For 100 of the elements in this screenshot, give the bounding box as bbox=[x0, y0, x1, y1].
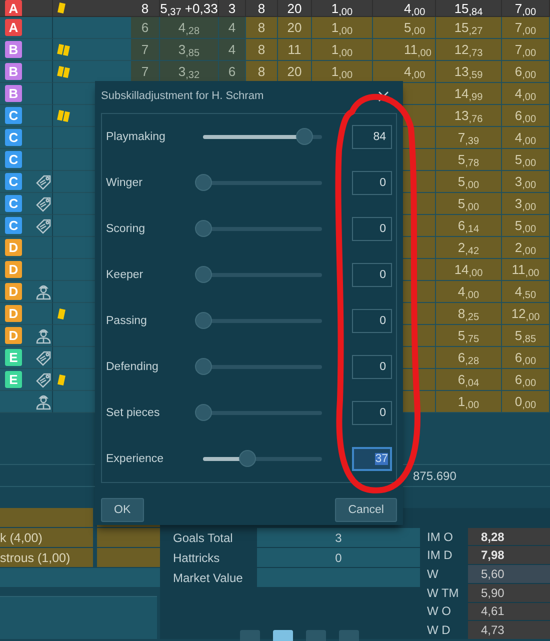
table-cell: 8 bbox=[246, 61, 278, 83]
tag-icon bbox=[35, 217, 52, 234]
table-cell: 4 bbox=[219, 17, 246, 39]
slider-thumb[interactable] bbox=[296, 128, 314, 145]
position-badge: A bbox=[5, 0, 22, 16]
rating-value[interactable]: 8,28 bbox=[468, 528, 550, 546]
value-field[interactable]: 0 bbox=[352, 263, 392, 287]
slider-label: Winger bbox=[106, 177, 144, 189]
slider-thumb[interactable] bbox=[195, 358, 212, 375]
slider-thumb[interactable] bbox=[195, 174, 212, 191]
tag-icon bbox=[35, 173, 52, 190]
table-cell: 7$_{,39}$ bbox=[436, 127, 502, 149]
table-row[interactable]: A 8 5$_{,37}$ +0,33 3 8 20 1$_{,00}$ 4$_{,00}$ 15$_{,84}$ 7$_{,00}$ bbox=[0, 0, 550, 17]
table-cell: 5$_{,00}$ bbox=[436, 171, 502, 193]
slider-thumb[interactable] bbox=[195, 404, 212, 421]
dialog-title: Subskilladjustment for H. Schram bbox=[101, 90, 264, 102]
rating-value[interactable]: 4,73 bbox=[468, 621, 550, 640]
table-cell: 3$_{,85}$ bbox=[160, 39, 219, 61]
slider-label: Scoring bbox=[106, 223, 146, 235]
table-cell: 13$_{,59}$ bbox=[436, 61, 502, 83]
value-field[interactable]: 0 bbox=[352, 355, 392, 379]
table-cell: 1$_{,00}$ bbox=[312, 17, 373, 39]
table-cell: 1$_{,00}$ bbox=[312, 61, 373, 83]
two-cards-icon bbox=[57, 44, 70, 56]
table-cell: 12$_{,73}$ bbox=[436, 39, 502, 61]
table-cell: 20 bbox=[278, 0, 312, 17]
total-value: 875.690 bbox=[413, 468, 456, 482]
value-field[interactable]: 84 bbox=[352, 125, 392, 149]
rating-value[interactable]: 4,61 bbox=[468, 602, 550, 620]
slider-thumb[interactable] bbox=[195, 312, 212, 329]
position-badge: A bbox=[5, 19, 22, 36]
slider-label: Set pieces bbox=[106, 407, 161, 419]
value-field[interactable]: 0 bbox=[352, 171, 392, 195]
table-cell: 8 bbox=[246, 39, 278, 61]
position-badge: D bbox=[5, 327, 22, 344]
slider-thumb[interactable] bbox=[195, 266, 212, 283]
table-cell: 5$_{,00}$ bbox=[373, 17, 436, 39]
rating-value[interactable]: 7,98 bbox=[468, 546, 550, 564]
position-badge: D bbox=[5, 305, 22, 322]
table-row[interactable]: B 7 3$_{,85}$ 4 8 11 1$_{,00}$ 11$_{,00}$ 12$_{,73}$ 7$_{,00}$ bbox=[0, 39, 550, 61]
position-badge: D bbox=[5, 283, 22, 300]
table-cell: 4$_{,50}$ bbox=[502, 281, 550, 303]
table-cell: 6$_{,14}$ bbox=[436, 215, 502, 237]
close-icon[interactable] bbox=[378, 90, 389, 102]
card-icon bbox=[57, 2, 66, 14]
position-badge: C bbox=[5, 173, 22, 190]
stat-label: Goals Total bbox=[172, 530, 234, 546]
table-row[interactable]: A 6 4$_{,28}$ 4 8 20 1$_{,00}$ 5$_{,00}$ 15$_{,27}$ 7$_{,00}$ bbox=[0, 17, 550, 39]
specialty-cell: strous (1,00) bbox=[0, 548, 93, 567]
table-cell: 7$_{,00}$ bbox=[502, 39, 550, 61]
table-row[interactable]: B 7 3$_{,32}$ 6 8 20 1$_{,00}$ 4$_{,00}$ 13$_{,59}$ 6$_{,00}$ bbox=[0, 61, 550, 83]
rating-value[interactable]: 5,90 bbox=[468, 584, 550, 602]
table-cell: 5$_{,78}$ bbox=[436, 149, 502, 171]
stat-label: Hattricks bbox=[172, 550, 221, 566]
table-cell: 6$_{,00}$ bbox=[502, 369, 550, 391]
table-cell: 4$_{,00}$ bbox=[502, 127, 550, 149]
position-badge: C bbox=[5, 129, 22, 146]
person-icon bbox=[35, 393, 52, 410]
table-cell: 4$_{,28}$ bbox=[160, 17, 219, 39]
table-cell: 7$_{,00}$ bbox=[502, 17, 550, 39]
slider-thumb[interactable] bbox=[239, 450, 256, 467]
stat-value: 0 bbox=[257, 548, 420, 567]
position-badge: B bbox=[5, 85, 22, 102]
table-cell: 5$_{,85}$ bbox=[502, 325, 550, 347]
table-cell: 20 bbox=[278, 17, 312, 39]
table-cell: 3$_{,00}$ bbox=[502, 193, 550, 215]
table-cell: 6$_{,00}$ bbox=[502, 347, 550, 369]
table-cell: 4 bbox=[219, 39, 246, 61]
table-cell: 5$_{,75}$ bbox=[436, 325, 502, 347]
value-field[interactable]: 0 bbox=[352, 309, 392, 333]
value-field[interactable]: 0 bbox=[352, 401, 392, 425]
table-cell: 8 bbox=[246, 17, 278, 39]
rating-value[interactable]: 5,60 bbox=[468, 565, 550, 583]
table-cell: 14$_{,99}$ bbox=[436, 83, 502, 105]
slider-label: Keeper bbox=[106, 269, 144, 281]
stat-label: Market Value bbox=[172, 570, 244, 586]
table-cell: 11 bbox=[278, 39, 312, 61]
rating-label: W O bbox=[426, 603, 452, 620]
table-cell: 11$_{,00}$ bbox=[502, 259, 550, 281]
slider-thumb[interactable] bbox=[195, 220, 212, 237]
position-badge: D bbox=[5, 261, 22, 278]
table-cell: 7 bbox=[131, 39, 160, 61]
position-badge: C bbox=[5, 151, 22, 168]
tag-icon bbox=[35, 371, 52, 388]
table-cell: 4$_{,00}$ bbox=[502, 83, 550, 105]
stat-value: 3 bbox=[257, 528, 420, 547]
table-cell: 8 bbox=[131, 0, 160, 17]
value-field[interactable]: 0 bbox=[352, 217, 392, 241]
rating-label: IM D bbox=[426, 547, 454, 564]
cancel-button[interactable]: Cancel bbox=[335, 498, 397, 522]
position-badge: B bbox=[5, 41, 22, 58]
rating-label: W D bbox=[426, 622, 452, 640]
value-field[interactable]: 37 bbox=[352, 447, 392, 471]
table-cell: 1$_{,00}$ bbox=[312, 39, 373, 61]
table-cell: 11$_{,00}$ bbox=[373, 39, 436, 61]
table-cell: 8$_{,25}$ bbox=[436, 303, 502, 325]
table-cell: 15$_{,84}$ bbox=[436, 0, 502, 17]
ok-button[interactable]: OK bbox=[101, 498, 144, 522]
table-cell: 5$_{,00}$ bbox=[502, 149, 550, 171]
person-icon bbox=[35, 327, 52, 344]
